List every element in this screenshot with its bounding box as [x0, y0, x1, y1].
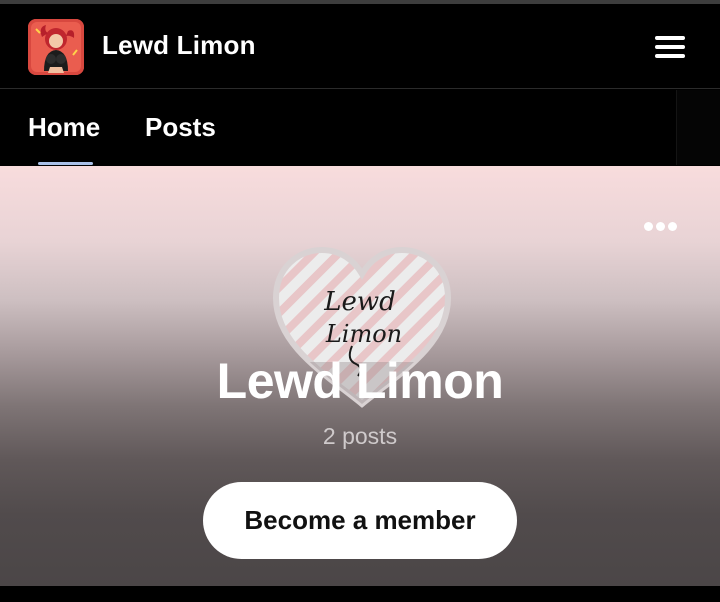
creator-avatar[interactable]	[28, 19, 84, 75]
dot	[668, 222, 677, 231]
logo-text-line2: Limon	[325, 320, 402, 348]
tab-home[interactable]: Home	[28, 112, 100, 143]
header-bar: Lewd Limon	[0, 4, 720, 89]
site-title[interactable]: Lewd Limon	[102, 30, 256, 61]
tab-scroll-fade	[676, 90, 720, 165]
avatar-illustration-icon	[28, 19, 84, 75]
logo-text-line1: Lewd	[323, 287, 396, 317]
post-count: 2 posts	[322, 423, 398, 449]
menu-bar	[655, 54, 685, 58]
dot	[656, 222, 665, 231]
bottom-edge	[0, 586, 720, 602]
become-member-button[interactable]: Become a member	[203, 482, 517, 559]
tab-bar: Home Posts	[0, 90, 720, 165]
tab-posts[interactable]: Posts	[145, 112, 216, 143]
dot	[644, 222, 653, 231]
menu-bar	[655, 45, 685, 49]
menu-bar	[655, 36, 685, 40]
app-window: Lewd Limon Home Posts Lewd Limon Lewd Li…	[0, 0, 720, 602]
creator-banner: Lewd Limon Lewd Limon 2 posts Become a m…	[0, 166, 720, 586]
active-tab-indicator	[38, 162, 93, 165]
creator-name: Lewd Limon	[216, 353, 504, 409]
more-dots-icon[interactable]	[640, 218, 680, 234]
hamburger-menu-icon[interactable]	[652, 32, 688, 62]
